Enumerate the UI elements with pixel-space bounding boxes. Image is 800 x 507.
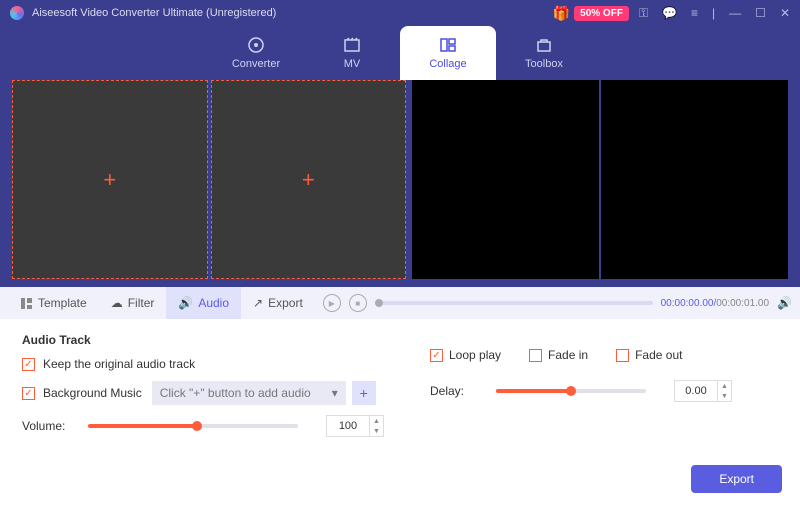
subtab-label: Audio: [198, 296, 229, 310]
subtab-label: Filter: [128, 296, 155, 310]
tab-converter[interactable]: Converter: [208, 26, 304, 80]
add-icon: +: [302, 167, 315, 193]
app-title: Aiseesoft Video Converter Ultimate (Unre…: [32, 7, 553, 19]
keep-audio-checkbox[interactable]: ✓: [22, 358, 35, 371]
divider: |: [712, 6, 715, 20]
add-audio-button[interactable]: +: [352, 381, 376, 405]
app-logo: [10, 6, 24, 20]
export-icon: ↗: [253, 296, 263, 310]
bgm-placeholder: Click "+" button to add audio: [160, 386, 311, 400]
tab-label: Toolbox: [525, 58, 563, 70]
converter-icon: [247, 36, 265, 54]
fadeout-checkbox[interactable]: [616, 349, 629, 362]
close-icon[interactable]: ✕: [780, 6, 790, 20]
fadeout-label: Fade out: [635, 348, 682, 362]
collage-editor: + +: [12, 80, 406, 279]
keep-audio-label: Keep the original audio track: [43, 357, 195, 371]
subtab-export[interactable]: ↗ Export: [241, 287, 315, 319]
subtab-label: Template: [38, 296, 87, 310]
subtab-filter[interactable]: ☁ Filter: [99, 287, 167, 319]
delay-slider[interactable]: [496, 389, 646, 393]
loop-checkbox[interactable]: ✓: [430, 349, 443, 362]
subtab-audio[interactable]: 🔊 Audio: [166, 287, 241, 319]
template-icon: [20, 297, 33, 310]
subtab-template[interactable]: Template: [8, 287, 99, 319]
tab-label: Converter: [232, 58, 280, 70]
preview-cell-2: [601, 80, 788, 279]
mv-icon: [343, 36, 361, 54]
volume-label: Volume:: [22, 419, 78, 433]
feedback-icon[interactable]: 💬: [662, 6, 677, 20]
fadein-checkbox[interactable]: [529, 349, 542, 362]
volume-icon[interactable]: 🔊: [777, 296, 792, 310]
preview-pane: [412, 80, 788, 279]
toolbox-icon: [535, 36, 553, 54]
stop-button[interactable]: ■: [349, 294, 367, 312]
section-title: Audio Track: [22, 333, 778, 347]
gift-icon[interactable]: 🎁: [553, 5, 570, 22]
tab-label: Collage: [429, 58, 466, 70]
tab-collage[interactable]: Collage: [400, 26, 496, 80]
add-icon: +: [103, 167, 116, 193]
audio-icon: 🔊: [178, 296, 193, 310]
delay-value[interactable]: 0.00: [674, 380, 718, 402]
bgm-label: Background Music: [43, 386, 142, 400]
volume-slider[interactable]: [88, 424, 298, 428]
loop-label: Loop play: [449, 348, 501, 362]
collage-icon: [439, 36, 457, 54]
delay-spinner[interactable]: ▲▼: [718, 380, 732, 402]
key-icon[interactable]: ⚿: [639, 6, 648, 21]
promo-badge[interactable]: 50% OFF: [574, 6, 629, 21]
menu-icon[interactable]: ≡: [691, 6, 698, 20]
filter-icon: ☁: [111, 296, 123, 310]
subtab-label: Export: [268, 296, 303, 310]
time-display: 00:00:00.00/00:00:01.00: [661, 298, 769, 309]
preview-cell-1: [412, 80, 599, 279]
collage-cell-2[interactable]: +: [211, 80, 407, 279]
seek-track[interactable]: [375, 301, 653, 305]
maximize-icon[interactable]: ☐: [755, 6, 766, 20]
tab-mv[interactable]: MV: [304, 26, 400, 80]
collage-cell-1[interactable]: +: [12, 80, 208, 279]
volume-value[interactable]: 100: [326, 415, 370, 437]
chevron-down-icon: ▾: [332, 386, 338, 400]
bgm-dropdown[interactable]: Click "+" button to add audio ▾: [152, 381, 346, 405]
minimize-icon[interactable]: —: [729, 6, 741, 20]
tab-label: MV: [344, 58, 361, 70]
export-button[interactable]: Export: [691, 465, 782, 493]
play-button[interactable]: ▶: [323, 294, 341, 312]
tab-toolbox[interactable]: Toolbox: [496, 26, 592, 80]
fadein-label: Fade in: [548, 348, 588, 362]
bgm-checkbox[interactable]: ✓: [22, 387, 35, 400]
delay-label: Delay:: [430, 384, 486, 398]
volume-spinner[interactable]: ▲▼: [370, 415, 384, 437]
